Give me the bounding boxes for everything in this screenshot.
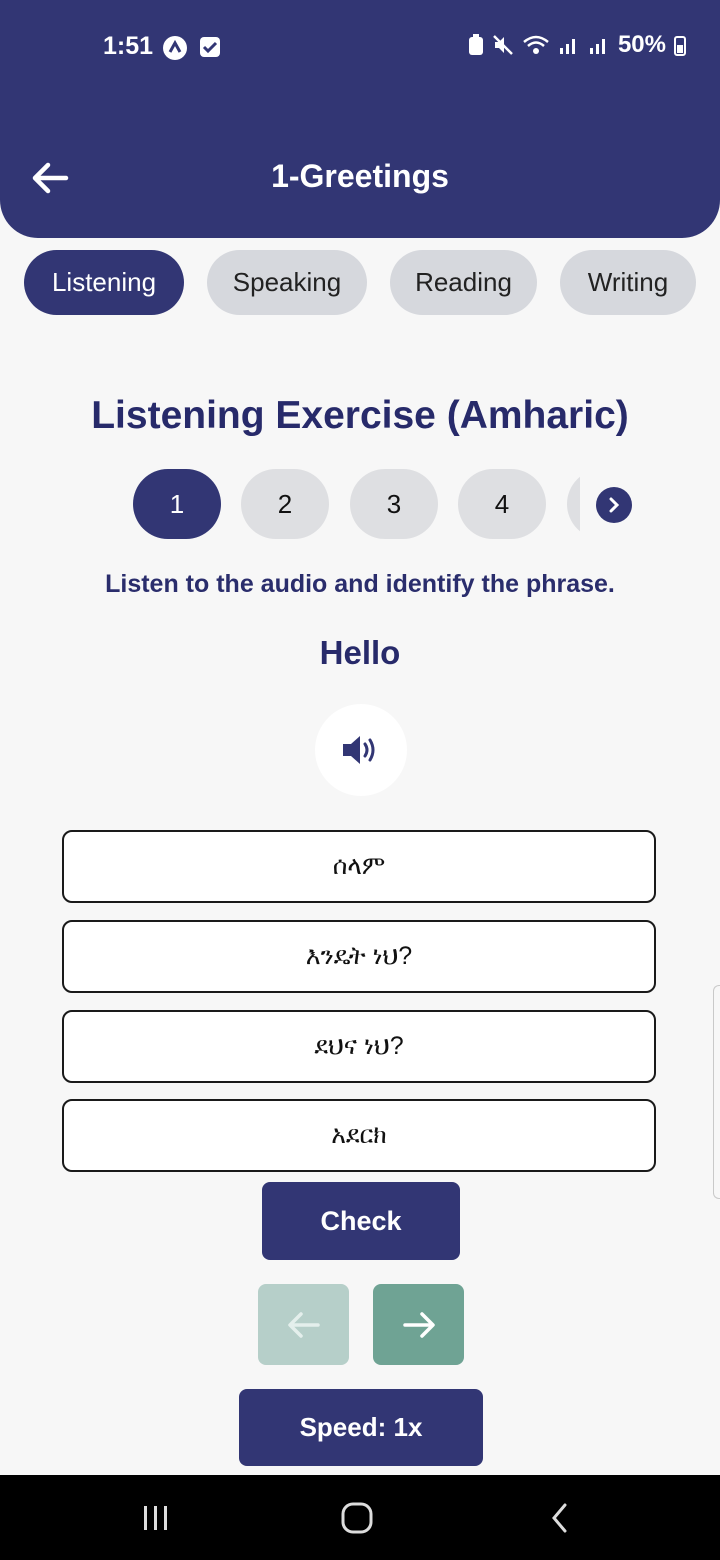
question-number-selector: 1 2 3 4 (133, 469, 580, 539)
tab-writing[interactable]: Writing (560, 250, 696, 315)
tab-listening[interactable]: Listening (24, 250, 184, 315)
tab-speaking[interactable]: Speaking (207, 250, 367, 315)
status-notification-icons (162, 35, 222, 61)
chevron-right-icon (609, 497, 620, 513)
exercise-instruction: Listen to the audio and identify the phr… (105, 570, 615, 598)
battery-icon (674, 36, 686, 56)
signal-icon (559, 39, 575, 54)
question-number-button[interactable]: 1 (133, 469, 221, 539)
answer-option[interactable]: እንዴት ነህ? (62, 920, 656, 993)
status-time: 1:51 (103, 32, 154, 60)
answer-option[interactable]: አደርክ (62, 1099, 656, 1172)
arrow-right-icon (402, 1311, 435, 1338)
home-button[interactable] (327, 1493, 387, 1543)
recent-apps-button[interactable] (126, 1493, 186, 1543)
chevron-left-icon (552, 1503, 567, 1533)
skill-tabs: Listening Speaking Reading Writing (24, 250, 696, 315)
home-icon (341, 1502, 373, 1534)
signal-icon-2 (589, 39, 605, 54)
checkbox-notification-icon (200, 37, 220, 57)
recent-apps-icon (144, 1506, 167, 1530)
previous-question-button[interactable] (258, 1284, 349, 1365)
app-notification-icon (163, 36, 187, 60)
question-number-button[interactable]: 3 (350, 469, 438, 539)
wifi-icon (523, 35, 549, 54)
answer-option[interactable]: ደህና ነህ? (62, 1010, 656, 1083)
system-navigation-bar (0, 1475, 720, 1560)
question-number-button[interactable]: 4 (458, 469, 546, 539)
mute-icon (493, 35, 513, 55)
speed-button[interactable]: Speed: 1x (239, 1389, 483, 1466)
status-system-icons: 50% (468, 31, 686, 59)
play-audio-button[interactable] (315, 704, 407, 796)
next-question-button[interactable] (373, 1284, 464, 1365)
arrow-left-icon (287, 1311, 320, 1338)
next-questions-button[interactable] (596, 487, 632, 523)
battery-percentage: 50% (617, 31, 666, 58)
page-title: 1-Greetings (271, 158, 449, 194)
app-header: 1:51 50% 1-Greetings (0, 0, 720, 238)
speaker-icon (343, 736, 375, 764)
battery-saver-icon (468, 34, 483, 55)
check-button[interactable]: Check (262, 1182, 460, 1260)
tab-reading[interactable]: Reading (390, 250, 537, 315)
question-number-button[interactable]: 2 (241, 469, 329, 539)
question-number-button-partial[interactable] (567, 469, 580, 539)
edge-panel-handle[interactable] (713, 985, 720, 1199)
exercise-title: Listening Exercise (Amharic) (91, 394, 629, 437)
system-back-button[interactable] (530, 1493, 590, 1543)
answer-option[interactable]: ሰላም (62, 830, 656, 903)
prompt-word: Hello (319, 634, 401, 671)
